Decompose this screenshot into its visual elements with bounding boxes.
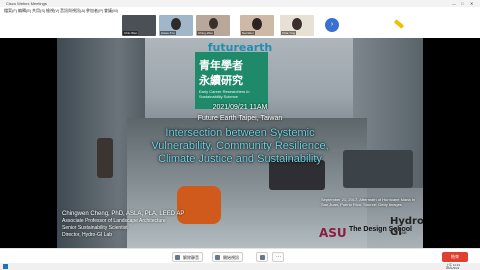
event-organizer: Future Earth Taipei, Taiwan [197,115,283,122]
avatar [209,18,218,29]
photo-caption: September 21, 2017. Aftermath of Hurrica… [321,197,415,207]
talk-title-line-2: Vulnerability, Community Resilience, [151,140,329,152]
participant-tile[interactable]: Ching-Wen [196,15,230,36]
next-page-icon[interactable]: › [325,18,339,32]
participant-tile[interactable]: Chia-Ying [280,15,314,36]
close-button[interactable]: ✕ [470,1,473,6]
camera-icon [215,255,220,260]
participant-name: Chin-Wen [123,31,139,35]
start-video-button[interactable]: 開始視訊 [212,252,243,262]
participant-tile[interactable]: Nai-Wen [240,15,274,36]
window-title: Cisco Webex Meetings [6,1,47,6]
avatar [171,18,181,30]
os-taskbar: 上午 11:21 2021/9/21 [0,263,480,270]
end-meeting-button[interactable]: 結束 [442,252,468,262]
participant-name: Ching-Wen [197,31,214,35]
event-subtitle-en: Early Career Researchers in Sustainabili… [199,89,250,99]
start-video-label: 開始視訊 [223,255,239,260]
unmute-button[interactable]: 解除靜音 [172,252,203,262]
participant-name: Chia-Ying [281,31,297,35]
presenter-info: Chingwen Cheng, PhD, ASLA, PLA, LEED AP … [62,211,184,239]
participant-strip: Chin-Wen Hsiao-Tzu Ching-Wen Nai-Wen Chi… [0,13,480,38]
share-button[interactable] [256,252,268,262]
avatar [292,18,302,30]
windows-start-icon[interactable] [3,264,8,269]
participant-tile[interactable]: Hsiao-Tzu [159,15,193,36]
more-icon: ··· [276,254,281,260]
talk-title: Intersection between Systemic Vulnerabil… [87,127,393,166]
presenter-role: Senior Sustainability Scientist [62,225,128,231]
shared-screen: futurearth 青年學者 永續研究 Early Career Resear… [0,38,480,248]
microphone-icon [175,255,180,260]
hydro-gi-lab-label: LAB [399,230,407,235]
participant-name: Nai-Wen [241,31,255,35]
window-titlebar: Cisco Webex Meetings — □ ✕ [0,0,480,7]
presenter-role: Director, Hydro-GI Lab [62,232,113,238]
presenter-role: Associate Professor of Landscape Archite… [62,218,166,224]
share-icon [260,255,265,260]
avatar [252,18,262,30]
clock-date: 2021/9/21 [446,266,460,270]
event-title-cn-2: 永續研究 [199,74,243,87]
talk-title-line-1: Intersection between Systemic [165,127,315,139]
more-options-button[interactable]: ··· [272,252,284,262]
presentation-slide: futurearth 青年學者 永續研究 Early Career Resear… [57,38,423,248]
participant-name: Hsiao-Tzu [160,31,176,35]
presenter-name: Chingwen Cheng, PhD, ASLA, PLA, LEED AP [62,211,185,217]
maximize-button[interactable]: □ [461,1,463,6]
minimize-button[interactable]: — [452,1,456,6]
event-date: 2021/09/21 11AM [212,104,268,111]
event-title-cn-1: 青年學者 [199,59,243,72]
talk-title-line-3: Climate Justice and Sustainability [158,153,322,165]
participant-tile[interactable]: Chin-Wen [122,15,156,36]
unmute-label: 解除靜音 [183,255,199,260]
pencil-annotate-icon[interactable] [393,19,405,29]
event-title-box: 青年學者 永續研究 Early Career Researchers in Su… [195,52,268,109]
asu-logo: ASU [319,226,347,240]
